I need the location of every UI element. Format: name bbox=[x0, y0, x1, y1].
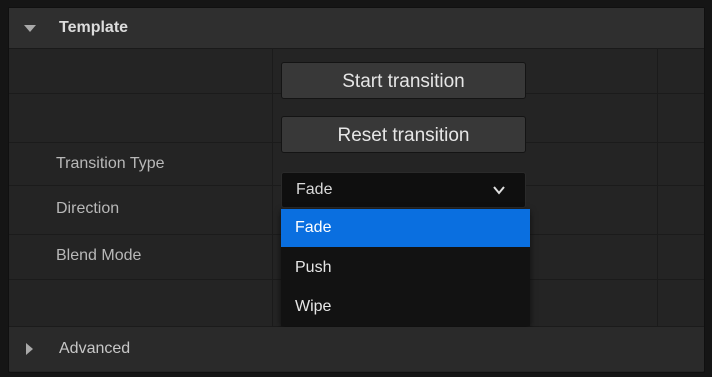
template-section-header[interactable]: Template bbox=[9, 8, 704, 49]
reset-transition-button[interactable]: Reset transition bbox=[281, 116, 526, 153]
option-push[interactable]: Push bbox=[281, 249, 530, 287]
triangle-down-icon[interactable] bbox=[24, 25, 36, 32]
transition-type-dropdown: Fade Push Wipe bbox=[281, 209, 530, 326]
chevron-down-icon bbox=[493, 186, 505, 195]
column-divider bbox=[272, 48, 273, 327]
window: Template Transition Type Direction Blend… bbox=[0, 0, 712, 377]
combo-value: Fade bbox=[296, 181, 333, 198]
start-transition-button[interactable]: Start transition bbox=[281, 62, 526, 99]
column-divider bbox=[657, 48, 658, 327]
advanced-label: Advanced bbox=[59, 340, 131, 357]
section-title: Template bbox=[59, 19, 129, 36]
option-fade[interactable]: Fade bbox=[281, 209, 530, 247]
transition-type-combo[interactable]: Fade bbox=[281, 172, 526, 208]
option-wipe[interactable]: Wipe bbox=[281, 288, 530, 326]
direction-label: Direction bbox=[56, 200, 120, 217]
triangle-right-icon[interactable] bbox=[26, 343, 33, 355]
transition-type-label: Transition Type bbox=[56, 155, 165, 172]
details-panel: Template Transition Type Direction Blend… bbox=[8, 7, 705, 373]
blend-mode-label: Blend Mode bbox=[56, 247, 142, 264]
advanced-section-header[interactable]: Advanced bbox=[9, 327, 704, 371]
